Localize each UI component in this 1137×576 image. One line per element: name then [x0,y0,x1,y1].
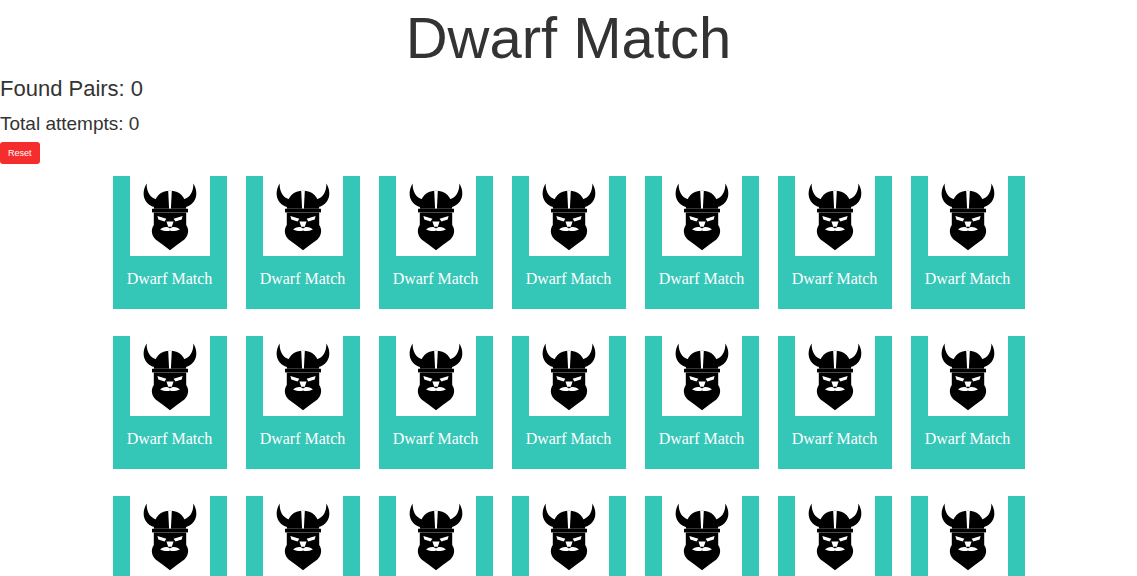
card-image [130,336,210,416]
card-label: Dwarf Match [790,429,880,469]
card-grid: Dwarf Match Dwarf Match Dwarf Match Dwar… [0,176,1137,576]
card[interactable]: Dwarf Match [645,336,759,469]
total-attempts: Total attempts: 0 [0,112,1137,136]
card[interactable]: Dwarf Match [379,176,493,309]
dwarf-icon [533,338,605,414]
card[interactable] [645,496,759,576]
dwarf-icon [267,498,339,574]
dwarf-icon [932,178,1004,254]
card[interactable]: Dwarf Match [379,336,493,469]
card[interactable] [113,496,227,576]
card-label: Dwarf Match [125,269,215,309]
dwarf-icon [533,178,605,254]
card-label: Dwarf Match [923,269,1013,309]
dwarf-icon [666,498,738,574]
card-label: Dwarf Match [923,429,1013,469]
dwarf-icon [666,178,738,254]
card-label: Dwarf Match [391,269,481,309]
card-label: Dwarf Match [524,429,614,469]
dwarf-icon [134,498,206,574]
card[interactable] [778,496,892,576]
dwarf-icon [799,338,871,414]
game-title: Dwarf Match [0,0,1137,76]
card[interactable]: Dwarf Match [113,176,227,309]
found-pairs: Found Pairs: 0 [0,76,1137,102]
reset-button[interactable]: Reset [0,142,40,164]
card[interactable]: Dwarf Match [778,336,892,469]
card-image [928,496,1008,576]
card-image [662,336,742,416]
card-label: Dwarf Match [524,269,614,309]
card[interactable]: Dwarf Match [512,176,626,309]
card[interactable]: Dwarf Match [911,336,1025,469]
card-image [795,176,875,256]
card-label: Dwarf Match [125,429,215,469]
card-image [928,176,1008,256]
card[interactable] [246,496,360,576]
card-image [928,336,1008,416]
card-image [130,176,210,256]
dwarf-icon [267,178,339,254]
card[interactable] [911,496,1025,576]
card[interactable]: Dwarf Match [778,176,892,309]
card[interactable] [512,496,626,576]
card-image [529,176,609,256]
card-label: Dwarf Match [391,429,481,469]
card-image [795,336,875,416]
dwarf-icon [134,178,206,254]
card[interactable]: Dwarf Match [246,336,360,469]
dwarf-icon [799,498,871,574]
card-image [396,176,476,256]
card-image [662,176,742,256]
card-image [263,336,343,416]
dwarf-icon [932,498,1004,574]
card[interactable]: Dwarf Match [645,176,759,309]
card-label: Dwarf Match [258,269,348,309]
card[interactable]: Dwarf Match [512,336,626,469]
card[interactable] [379,496,493,576]
card-label: Dwarf Match [657,269,747,309]
card-label: Dwarf Match [790,269,880,309]
card-image [529,496,609,576]
dwarf-icon [400,178,472,254]
card-image [263,176,343,256]
card-image [795,496,875,576]
card[interactable]: Dwarf Match [246,176,360,309]
card-image [130,496,210,576]
dwarf-icon [134,338,206,414]
card-image [662,496,742,576]
game-page: Dwarf Match Found Pairs: 0 Total attempt… [0,0,1137,576]
dwarf-icon [400,338,472,414]
card-label: Dwarf Match [258,429,348,469]
dwarf-icon [400,498,472,574]
card-label: Dwarf Match [657,429,747,469]
card-image [396,496,476,576]
card[interactable]: Dwarf Match [113,336,227,469]
dwarf-icon [799,178,871,254]
card-image [396,336,476,416]
card-image [263,496,343,576]
dwarf-icon [267,338,339,414]
dwarf-icon [932,338,1004,414]
card-image [529,336,609,416]
dwarf-icon [533,498,605,574]
dwarf-icon [666,338,738,414]
card[interactable]: Dwarf Match [911,176,1025,309]
